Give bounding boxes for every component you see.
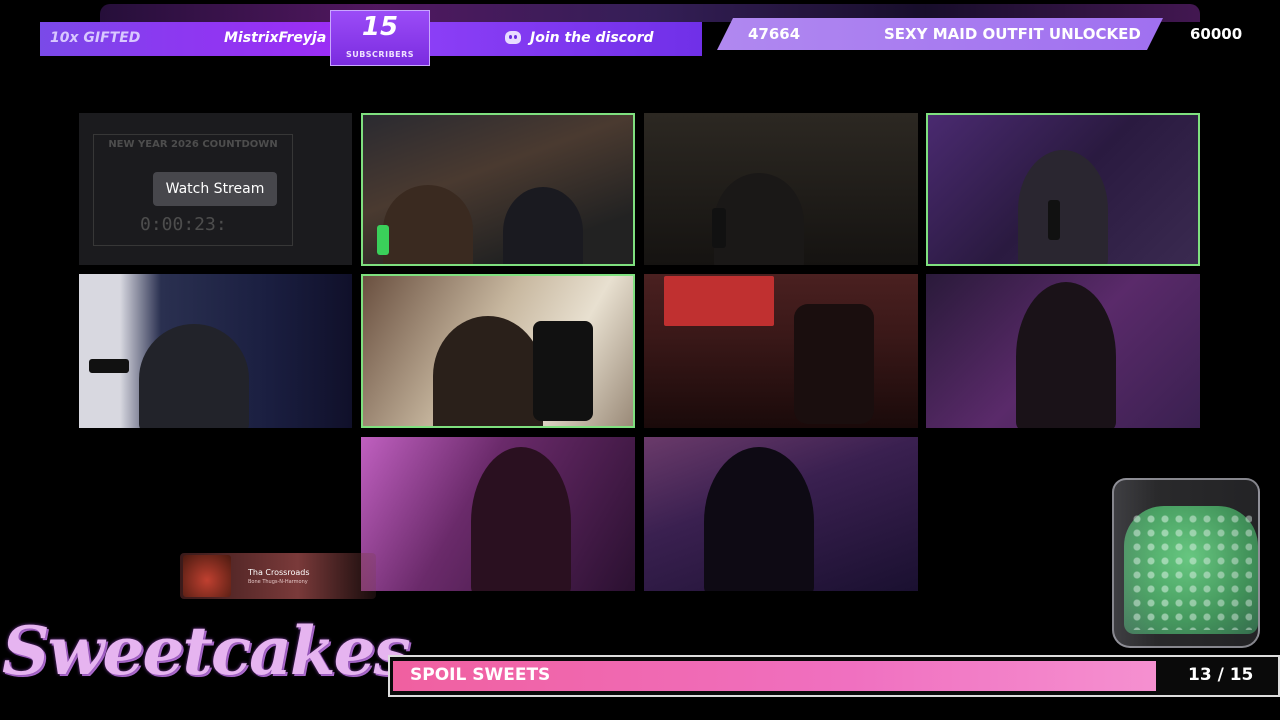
microphone <box>377 225 389 255</box>
subscriber-label: SUBSCRIBERS <box>345 50 415 59</box>
spoil-label: SPOIL SWEETS <box>410 665 551 685</box>
video-tile-3[interactable] <box>644 113 918 265</box>
participant-silhouette <box>704 447 814 591</box>
participant-silhouette <box>433 316 543 426</box>
participant-silhouette <box>1016 282 1116 428</box>
video-tile-7[interactable] <box>644 274 918 428</box>
goal-current-value: 47664 <box>748 25 801 43</box>
now-playing-artist: Bone Thugs-N-Harmony <box>248 579 308 585</box>
video-tile-9[interactable] <box>361 437 635 591</box>
office-chair <box>533 321 593 421</box>
discord-label: Join the discord <box>530 30 654 46</box>
discord-icon <box>505 31 521 44</box>
now-playing-title: Tha Crossroads <box>248 568 310 577</box>
video-tile-8[interactable] <box>926 274 1200 428</box>
video-tile-10[interactable] <box>644 437 918 591</box>
gifter-name: MistrixFreyja <box>224 30 327 46</box>
video-tile-5[interactable] <box>79 274 352 428</box>
goal-target-value: 60000 <box>1190 25 1243 43</box>
participant-silhouette <box>139 324 249 428</box>
watch-stream-label: Watch Stream <box>165 181 265 197</box>
gaming-chair <box>794 304 874 424</box>
wall-flag <box>664 276 774 326</box>
spoil-count: 13 / 15 <box>1188 665 1254 685</box>
participant-silhouette <box>503 187 583 264</box>
microphone <box>712 208 726 248</box>
video-tile-4[interactable] <box>926 113 1200 266</box>
participant-silhouette <box>1018 150 1108 264</box>
album-art <box>183 555 231 597</box>
participant-silhouette <box>383 185 473 264</box>
microphone <box>1048 200 1060 240</box>
participant-silhouette <box>471 447 571 591</box>
goal-text: SEXY MAID OUTFIT UNLOCKED <box>884 25 1141 43</box>
subscriber-count: 15 <box>361 12 399 42</box>
gift-count: 10x GIFTED <box>50 30 141 46</box>
microphone <box>89 359 129 373</box>
video-tile-2[interactable] <box>361 113 635 266</box>
brand-logo: Sweetcakes <box>2 612 411 690</box>
video-tile-6[interactable] <box>361 274 635 428</box>
tip-jar <box>1112 478 1260 648</box>
participant-silhouette <box>714 173 804 265</box>
